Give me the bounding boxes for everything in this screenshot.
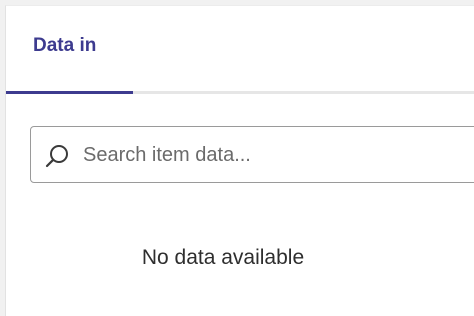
search-icon (45, 145, 68, 168)
empty-state-message: No data available (141, 246, 305, 269)
active-tab-indicator (6, 91, 133, 94)
tab-bar: Data in (6, 6, 474, 94)
tab-data-in[interactable]: Data in (6, 6, 133, 94)
search-input[interactable] (83, 136, 473, 174)
data-panel: Data in No data available (5, 5, 474, 316)
tab-data-in-label: Data in (33, 35, 97, 56)
search-box[interactable] (30, 126, 474, 183)
